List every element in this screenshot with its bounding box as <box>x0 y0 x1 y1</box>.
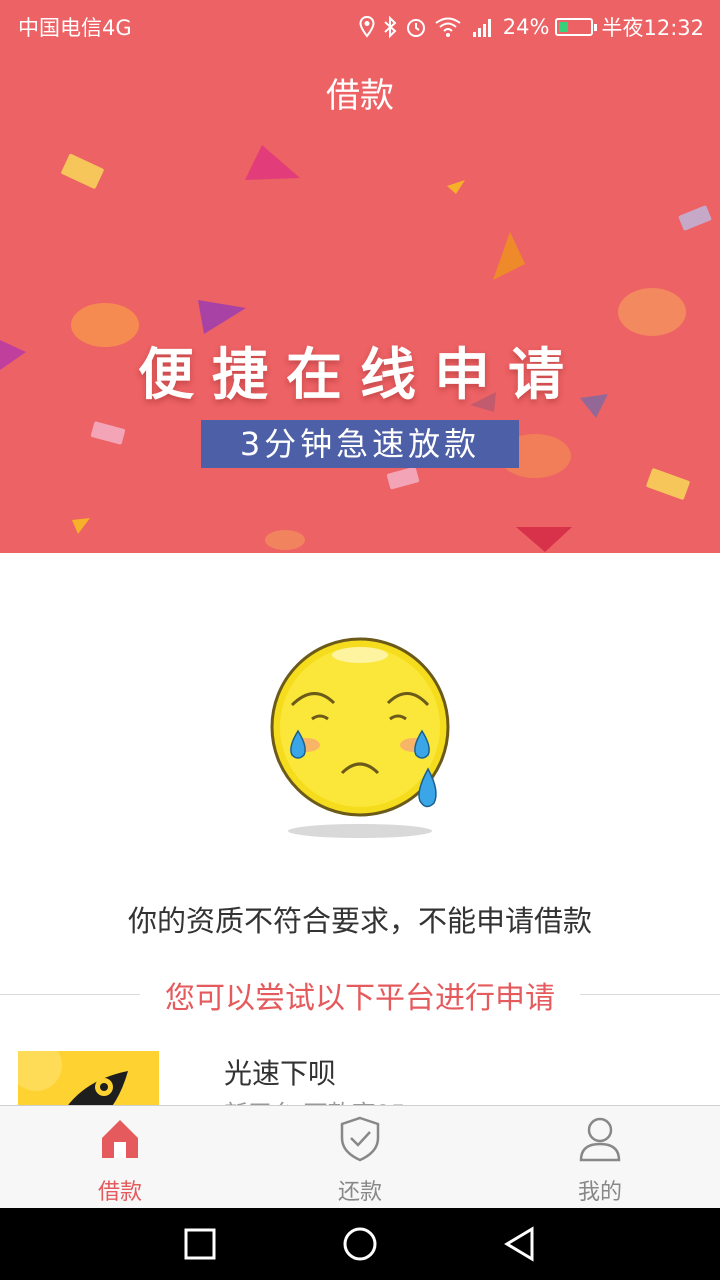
recommend-heading: 您可以尝试以下平台进行申请 <box>165 981 555 1016</box>
carrier-label: 中国电信4G <box>18 16 132 40</box>
wifi-icon <box>435 17 461 37</box>
tab-mine-label: 我的 <box>577 1180 622 1205</box>
page-title: 借款 <box>326 76 394 116</box>
bluetooth-icon <box>384 16 397 38</box>
hero-headline: 便捷在线申请 <box>138 343 582 408</box>
hero-subline: 3分钟急速放款 <box>201 420 519 468</box>
ineligible-message: 你的资质不符合要求，不能申请借款 <box>127 904 592 938</box>
location-icon <box>359 16 375 38</box>
back-icon[interactable] <box>498 1222 542 1266</box>
platform-list-item[interactable]: 光速下呗 新平台 下款率95 <box>0 1050 720 1128</box>
status-icons: 24% 半夜12:32 <box>359 12 704 42</box>
battery-icon <box>555 18 598 36</box>
sad-face-icon <box>270 637 450 838</box>
recent-apps-icon[interactable] <box>178 1222 222 1266</box>
clock: 半夜12:32 <box>601 16 704 40</box>
tab-repay-label: 还款 <box>337 1180 382 1205</box>
tab-loan[interactable]: 借款 <box>0 1106 240 1209</box>
platform-name: 光速下呗 <box>224 1057 337 1090</box>
shield-check-icon <box>340 1116 380 1162</box>
status-bar: 中国电信4G 24% 半夜12:32 <box>0 0 720 50</box>
bottom-tab-bar: 借款 还款 我的 <box>0 1105 720 1208</box>
tab-repay[interactable]: 还款 <box>240 1106 480 1209</box>
alarm-icon <box>406 19 425 37</box>
signal-icon <box>472 19 491 37</box>
hero-banner: 中国电信4G 24% 半夜12:32 借款 便捷在线申请 3分钟急速放款 <box>0 0 720 553</box>
user-icon <box>579 1117 621 1162</box>
battery-percent: 24% <box>502 15 550 39</box>
tab-loan-label: 借款 <box>97 1180 142 1205</box>
tab-mine[interactable]: 我的 <box>480 1106 720 1209</box>
home-button-icon[interactable] <box>338 1222 382 1266</box>
system-nav-bar <box>0 1208 720 1280</box>
home-icon <box>102 1120 138 1158</box>
